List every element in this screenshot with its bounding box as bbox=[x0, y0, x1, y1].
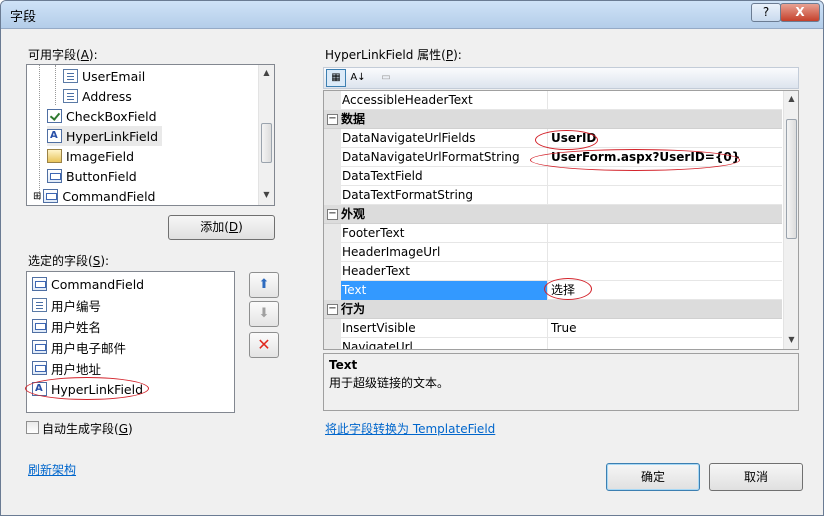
scroll-thumb[interactable] bbox=[786, 119, 797, 239]
category-appearance[interactable]: − 外观 bbox=[324, 205, 782, 224]
image-field-icon bbox=[47, 149, 62, 163]
categorized-icon[interactable]: ▦ bbox=[326, 69, 346, 87]
selected-item-hyperlink[interactable]: A HyperLinkField bbox=[32, 379, 143, 399]
prop-row-navigate-url[interactable]: NavigateUrl bbox=[324, 338, 782, 349]
available-item[interactable]: ⊞ CommandField bbox=[33, 186, 156, 206]
prop-row-header-image-url[interactable]: HeaderImageUrl bbox=[324, 243, 782, 262]
property-toolbar: ▦ A↓ ▭ bbox=[323, 67, 799, 89]
title-bar: 字段 ? X bbox=[1, 1, 823, 29]
scroll-down-arrow-icon[interactable]: ▼ bbox=[259, 190, 274, 199]
available-item[interactable]: ButtonField bbox=[47, 166, 137, 186]
prop-row-footer-text[interactable]: FooterText bbox=[324, 224, 782, 243]
available-item[interactable]: CheckBoxField bbox=[47, 106, 157, 126]
arrow-down-icon: ⬇ bbox=[258, 306, 270, 321]
category-behavior[interactable]: − 行为 bbox=[324, 300, 782, 319]
tree-line bbox=[39, 65, 40, 200]
hyperlink-field-icon: A bbox=[32, 382, 47, 396]
available-fields-label: 可用字段(A): bbox=[28, 48, 98, 62]
button-field-icon bbox=[47, 169, 62, 183]
collapse-icon[interactable]: − bbox=[327, 304, 338, 315]
bound-field-icon bbox=[32, 361, 47, 375]
window-title: 字段 bbox=[10, 10, 37, 25]
selected-fields-label: 选定的字段(S): bbox=[28, 254, 110, 268]
prop-row-data-text-format-string[interactable]: DataTextFormatString bbox=[324, 186, 782, 205]
delete-button[interactable]: ✕ bbox=[249, 332, 279, 358]
close-button[interactable]: X bbox=[780, 3, 820, 22]
bound-field-icon bbox=[32, 340, 47, 354]
auto-generate-checkbox[interactable] bbox=[26, 421, 39, 434]
alphabetical-icon[interactable]: A↓ bbox=[348, 69, 368, 87]
selected-fields-list[interactable]: CommandField 用户编号 用户姓名 用户电子邮件 用户地址 A Hyp… bbox=[26, 271, 235, 413]
prop-row-text-selected[interactable]: Text 选择 bbox=[324, 281, 782, 300]
prop-row-header-text[interactable]: HeaderText bbox=[324, 262, 782, 281]
collapse-icon[interactable]: − bbox=[327, 209, 338, 220]
selected-item[interactable]: 用户姓名 bbox=[32, 316, 101, 336]
bound-field-icon bbox=[32, 319, 47, 333]
description-title: Text bbox=[329, 358, 358, 372]
refresh-schema-link[interactable]: 刷新架构 bbox=[28, 461, 76, 478]
document-icon bbox=[63, 89, 78, 103]
scroll-thumb[interactable] bbox=[261, 123, 272, 163]
selected-item[interactable]: 用户编号 bbox=[32, 295, 101, 315]
available-item[interactable]: Address bbox=[63, 86, 132, 106]
move-up-button[interactable]: ⬆ bbox=[249, 272, 279, 298]
property-description: Text 用于超级链接的文本。 bbox=[323, 353, 799, 411]
properties-label: HyperLinkField 属性(P): bbox=[325, 48, 462, 62]
prop-row-data-text-field[interactable]: DataTextField bbox=[324, 167, 782, 186]
bound-field-icon bbox=[32, 298, 47, 312]
delete-x-icon: ✕ bbox=[257, 335, 271, 354]
scroll-up-arrow-icon[interactable]: ▲ bbox=[784, 94, 798, 103]
help-button[interactable]: ? bbox=[751, 3, 781, 22]
property-grid-scrollbar[interactable]: ▲ ▼ bbox=[783, 91, 798, 349]
convert-to-template-link[interactable]: 将此字段转换为 TemplateField bbox=[325, 420, 495, 437]
available-item[interactable]: UserEmail bbox=[63, 66, 145, 86]
collapse-icon[interactable]: − bbox=[327, 114, 338, 125]
selected-item[interactable]: CommandField bbox=[32, 274, 144, 294]
auto-generate-label: 自动生成字段(G) bbox=[42, 422, 133, 436]
available-scrollbar[interactable]: ▲ ▼ bbox=[258, 65, 274, 205]
command-field-icon bbox=[43, 189, 59, 203]
selected-item[interactable]: 用户地址 bbox=[32, 358, 101, 378]
tree-line bbox=[55, 65, 56, 105]
cancel-button[interactable]: 取消 bbox=[709, 463, 803, 491]
expand-icon[interactable]: ⊞ bbox=[33, 191, 41, 202]
command-field-icon bbox=[32, 277, 47, 291]
hyperlink-field-icon: A bbox=[47, 129, 62, 143]
ok-button[interactable]: 确定 bbox=[606, 463, 700, 491]
available-item[interactable]: ImageField bbox=[47, 146, 134, 166]
scroll-up-arrow-icon[interactable]: ▲ bbox=[259, 68, 274, 77]
property-pages-icon[interactable]: ▭ bbox=[376, 69, 396, 87]
checkbox-field-icon bbox=[47, 109, 62, 123]
selected-item[interactable]: 用户电子邮件 bbox=[32, 337, 126, 357]
add-button[interactable]: 添加(D) bbox=[168, 215, 275, 240]
fields-dialog: 字段 ? X 可用字段(A): UserEmail Address CheckB… bbox=[0, 0, 824, 516]
prop-row-data-navigate-url-fields[interactable]: DataNavigateUrlFields UserID bbox=[324, 129, 782, 148]
available-item-selected[interactable]: A HyperLinkField bbox=[47, 126, 163, 146]
prop-row-data-navigate-url-format-string[interactable]: DataNavigateUrlFormatString UserForm.aspx… bbox=[324, 148, 782, 167]
scroll-down-arrow-icon[interactable]: ▼ bbox=[784, 335, 798, 344]
description-text: 用于超级链接的文本。 bbox=[329, 376, 450, 390]
move-down-button[interactable]: ⬇ bbox=[249, 301, 279, 327]
arrow-up-icon: ⬆ bbox=[258, 277, 270, 292]
available-fields-tree[interactable]: UserEmail Address CheckBoxField A HyperL… bbox=[26, 64, 275, 206]
prop-row-insert-visible[interactable]: InsertVisible True bbox=[324, 319, 782, 338]
property-grid: AccessibleHeaderText − 数据 DataNavigateUrl… bbox=[323, 90, 799, 350]
category-data[interactable]: − 数据 bbox=[324, 110, 782, 129]
document-icon bbox=[63, 69, 78, 83]
prop-row-accessible-header-text[interactable]: AccessibleHeaderText bbox=[324, 91, 782, 110]
